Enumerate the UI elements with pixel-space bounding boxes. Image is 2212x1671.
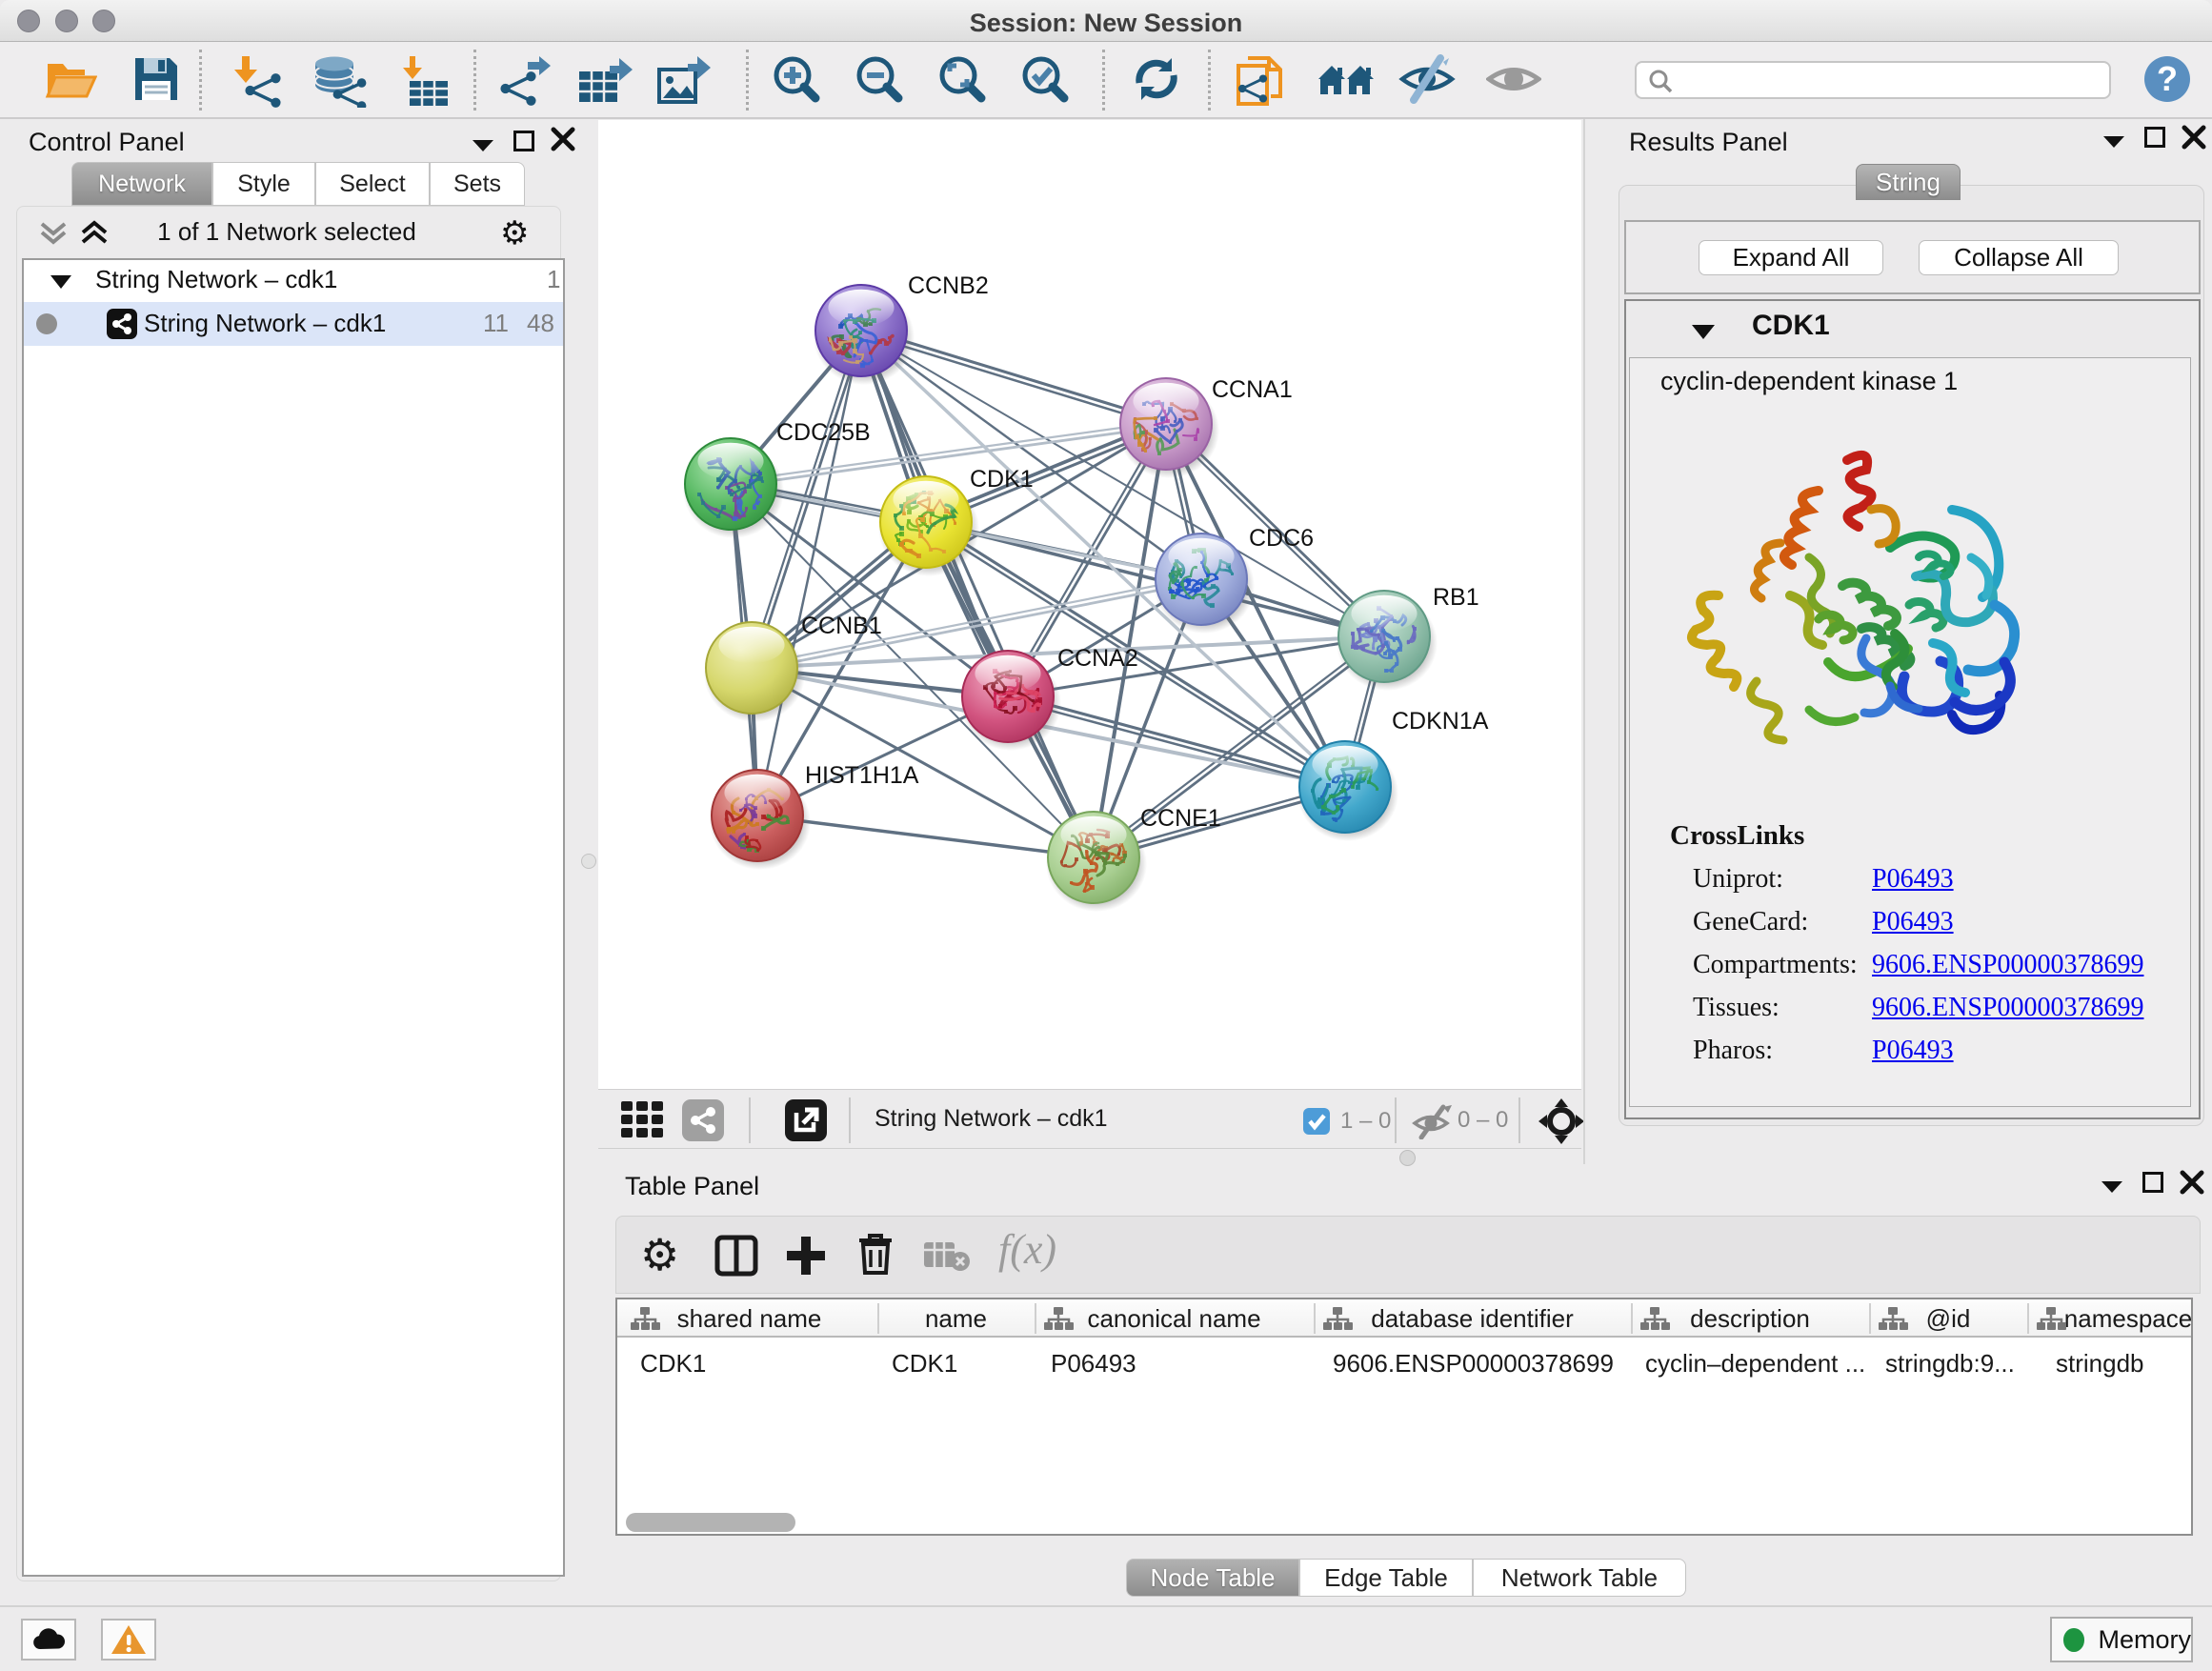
svg-text:CCNE1: CCNE1 — [1140, 805, 1221, 832]
svg-text:CDC6: CDC6 — [1249, 525, 1314, 552]
svg-text:CCNB2: CCNB2 — [908, 272, 989, 299]
svg-text:CDK1: CDK1 — [970, 466, 1034, 493]
svg-text:HIST1H1A: HIST1H1A — [805, 762, 919, 789]
svg-text:RB1: RB1 — [1433, 584, 1479, 611]
svg-text:?: ? — [2157, 59, 2178, 98]
svg-text:CCNA2: CCNA2 — [1057, 645, 1138, 672]
svg-text:CDKN1A: CDKN1A — [1392, 708, 1489, 735]
svg-text:CDC25B: CDC25B — [776, 419, 871, 446]
svg-text:CCNA1: CCNA1 — [1212, 376, 1293, 403]
svg-text:CCNB1: CCNB1 — [801, 613, 882, 639]
